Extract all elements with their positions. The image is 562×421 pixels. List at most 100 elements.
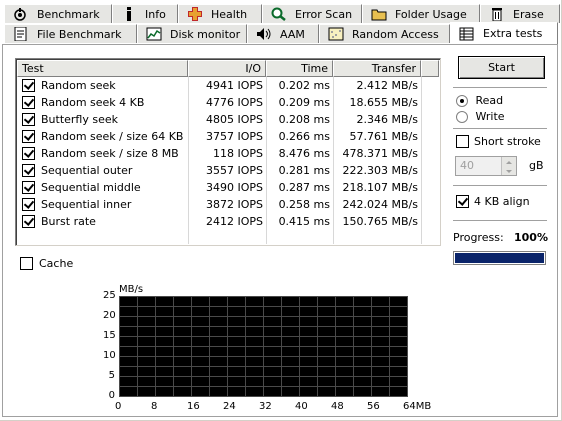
write-radio[interactable] [456, 111, 468, 123]
chart-x-tick-label: 32 [259, 401, 272, 412]
tab-folder-usage[interactable]: Folder Usage [362, 4, 480, 23]
chart-x-tick-label: 56 [367, 401, 380, 412]
test-checkbox[interactable] [22, 95, 35, 109]
test-name-cell: Sequential inner [17, 196, 188, 213]
table-row[interactable]: Sequential inner 3872 IOPS 0.258 ms 242.024… [17, 196, 439, 213]
table-row[interactable]: Butterfly seek 4805 IOPS 0.208 ms 2.346 MB/… [17, 111, 439, 128]
table-row[interactable]: Sequential outer 3557 IOPS 0.281 ms 222.303… [17, 162, 439, 179]
tab-error-scan-label: Error Scan [295, 7, 353, 21]
test-checkbox[interactable] [22, 78, 35, 92]
test-name: Random seek [41, 79, 116, 92]
transfer-cell: 2.346 MB/s [356, 113, 418, 126]
test-name: Burst rate [41, 215, 96, 228]
tab-info[interactable]: Info [112, 4, 178, 23]
table-header: Test I/O Time Transfer [17, 60, 439, 77]
io-cell: 118 IOPS [212, 147, 263, 160]
chart-y-tick-label: 0 [108, 390, 115, 401]
transfer-cell: 222.303 MB/s [342, 164, 418, 177]
transfer-cell: 18.655 MB/s [349, 96, 418, 109]
short-stroke-unit: gB [529, 159, 544, 172]
tab-info-label: Info [145, 7, 166, 21]
io-cell: 3872 IOPS [205, 198, 263, 211]
align-option[interactable]: 4 KB align [456, 194, 530, 209]
folder-icon [371, 7, 387, 21]
test-name-cell: Butterfly seek [17, 111, 188, 128]
io-cell: 2412 IOPS [205, 215, 263, 228]
short-stroke-label: Short stroke [474, 135, 541, 148]
start-button-label: Start [488, 61, 515, 74]
test-checkbox[interactable] [22, 163, 35, 177]
progress-fill [455, 253, 544, 263]
table-row[interactable]: Random seek / size 8 MB 118 IOPS 8.476 ms 4… [17, 145, 439, 162]
start-button[interactable]: Start [458, 56, 545, 79]
table-row[interactable]: Burst rate 2412 IOPS 0.415 ms 150.765 MB/s [17, 213, 439, 230]
chart-x-tick-label: 48 [331, 401, 344, 412]
spin-down-arrow-icon[interactable] [501, 166, 516, 175]
chart-y-tick-label: 5 [108, 370, 115, 381]
transfer-chart [119, 296, 408, 397]
time-cell: 0.415 ms [278, 215, 330, 228]
chart-x-tick-label: 24 [223, 401, 236, 412]
write-option[interactable]: Write [456, 110, 505, 123]
column-header-transfer[interactable]: Transfer [333, 60, 421, 77]
separator [453, 220, 547, 222]
transfer-cell: 2.412 MB/s [356, 79, 418, 92]
chart-y-tick-label: 10 [103, 350, 116, 361]
chart-x-tick-label: 40 [295, 401, 308, 412]
read-option[interactable]: Read [456, 94, 503, 107]
cache-option[interactable]: Cache [20, 256, 74, 271]
chart-y-axis-label: MB/s [119, 284, 144, 295]
error-scan-icon [271, 7, 287, 21]
cache-label: Cache [39, 257, 74, 270]
time-cell: 0.281 ms [278, 164, 330, 177]
tab-disk-monitor-label: Disk monitor [170, 27, 241, 41]
read-radio[interactable] [456, 95, 468, 107]
tab-error-scan[interactable]: Error Scan [262, 4, 362, 23]
tab-random-access-label: Random Access [352, 27, 439, 41]
test-checkbox[interactable] [22, 197, 35, 211]
time-cell: 0.266 ms [278, 130, 330, 143]
test-name: Random seek / size 8 MB [41, 147, 179, 160]
progress-label: Progress: [453, 231, 504, 244]
cache-checkbox[interactable] [20, 256, 33, 270]
tab-erase[interactable]: Erase [480, 4, 560, 23]
align-checkbox[interactable] [456, 194, 469, 208]
time-cell: 0.209 ms [278, 96, 330, 109]
short-stroke-checkbox[interactable] [456, 134, 469, 148]
tab-random-access[interactable]: Random Access [319, 24, 450, 43]
short-stroke-value: 40 [460, 159, 474, 172]
test-name: Sequential outer [41, 164, 133, 177]
table-row[interactable]: Random seek 4941 IOPS 0.202 ms 2.412 MB/s [17, 77, 439, 94]
tab-benchmark[interactable]: Benchmark [4, 4, 112, 23]
column-header-time[interactable]: Time [266, 60, 333, 77]
test-checkbox[interactable] [22, 214, 35, 228]
column-header-io[interactable]: I/O [188, 60, 266, 77]
table-row[interactable]: Sequential middle 3490 IOPS 0.287 ms 218.10… [17, 179, 439, 196]
short-stroke-option[interactable]: Short stroke [456, 134, 541, 149]
tab-erase-label: Erase [513, 7, 544, 21]
time-cell: 0.258 ms [278, 198, 330, 211]
tab-extra-tests[interactable]: Extra tests [450, 22, 558, 44]
info-icon [121, 7, 137, 21]
test-checkbox[interactable] [22, 180, 35, 194]
test-checkbox[interactable] [22, 146, 35, 160]
chart-y-tick-label: 15 [103, 330, 116, 341]
test-checkbox[interactable] [22, 112, 35, 126]
tab-aam[interactable]: AAM [247, 24, 319, 43]
file-benchmark-icon [13, 26, 29, 42]
test-name-cell: Sequential middle [17, 179, 188, 196]
tab-disk-monitor[interactable]: Disk monitor [137, 24, 247, 43]
tab-health[interactable]: Health [178, 4, 262, 23]
chart-x-tick-label: 16 [187, 401, 200, 412]
test-name-cell: Random seek / size 8 MB [17, 145, 188, 162]
test-checkbox[interactable] [22, 129, 35, 143]
align-label: 4 KB align [474, 195, 530, 208]
column-header-test[interactable]: Test [17, 60, 188, 77]
table-row[interactable]: Random seek / size 64 KB 3757 IOPS 0.266 m… [17, 128, 439, 145]
tab-file-benchmark[interactable]: File Benchmark [4, 24, 137, 43]
table-row[interactable]: Random seek 4 KB 4776 IOPS 0.209 ms 18.655 … [17, 94, 439, 111]
transfer-cell: 150.765 MB/s [342, 215, 418, 228]
spin-up-arrow-icon[interactable] [501, 157, 516, 166]
results-table[interactable]: Test I/O Time Transfer Random seek 4941 I… [15, 58, 441, 246]
short-stroke-spinner[interactable]: 40 [455, 156, 517, 176]
